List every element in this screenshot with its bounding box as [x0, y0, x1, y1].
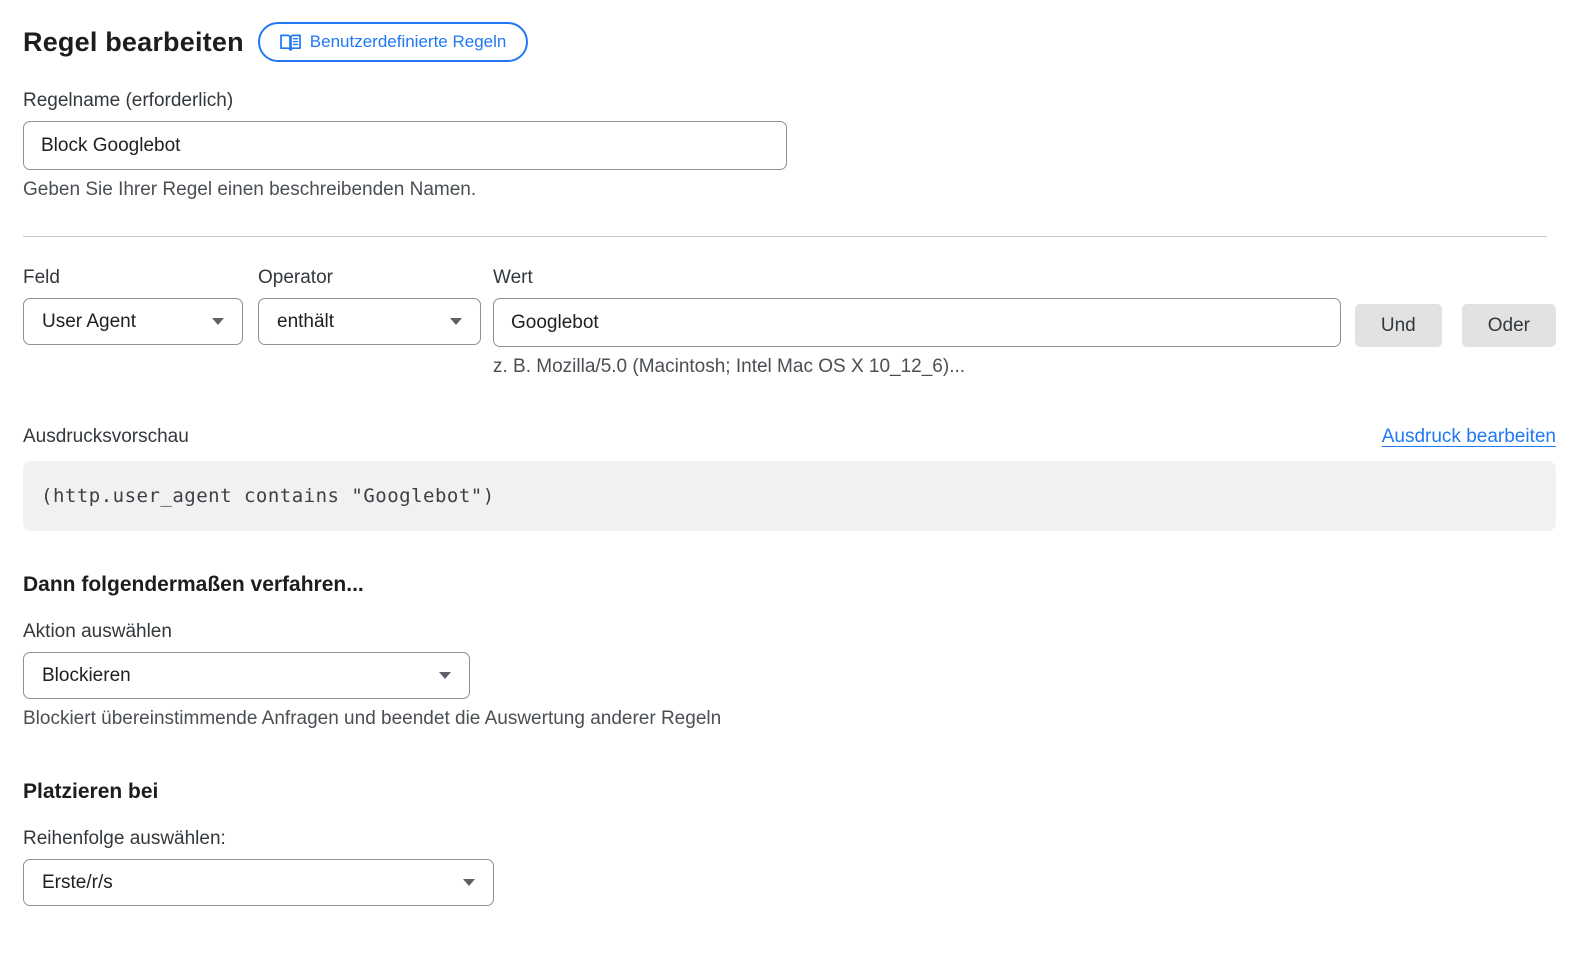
operator-select[interactable]: enthält	[258, 298, 481, 345]
page-title: Regel bearbeiten	[23, 27, 244, 58]
value-column: Wert z. B. Mozilla/5.0 (Macintosh; Intel…	[493, 267, 1341, 378]
rule-name-help: Geben Sie Ihrer Regel einen beschreibend…	[23, 179, 1556, 201]
chevron-down-icon	[439, 672, 451, 679]
action-label: Aktion auswählen	[23, 621, 1556, 643]
placement-section: Platzieren bei Reihenfolge auswählen: Er…	[23, 780, 1556, 906]
placement-label: Reihenfolge auswählen:	[23, 828, 1556, 850]
custom-rules-badge-button[interactable]: Benutzerdefinierte Regeln	[258, 22, 529, 62]
rule-name-section: Regelname (erforderlich) Geben Sie Ihrer…	[23, 90, 1556, 201]
action-select-value: Blockieren	[42, 665, 131, 687]
expression-preview-label: Ausdrucksvorschau	[23, 426, 189, 448]
edit-expression-link[interactable]: Ausdruck bearbeiten	[1382, 426, 1556, 448]
value-input[interactable]	[493, 298, 1341, 347]
expression-preview-box: (http.user_agent contains "Googlebot")	[23, 461, 1556, 531]
expression-header: Ausdrucksvorschau Ausdruck bearbeiten	[23, 426, 1556, 448]
value-help: z. B. Mozilla/5.0 (Macintosh; Intel Mac …	[493, 356, 1341, 378]
rule-edit-page: Regel bearbeiten Benutzerdefinierte Rege…	[0, 0, 1570, 946]
action-select[interactable]: Blockieren	[23, 652, 470, 699]
chevron-down-icon	[450, 318, 462, 325]
operator-column: Operator enthält	[258, 267, 481, 345]
chevron-down-icon	[212, 318, 224, 325]
condition-row: Feld User Agent Operator enthält Wert z.…	[23, 267, 1556, 378]
field-select[interactable]: User Agent	[23, 298, 243, 345]
operator-label: Operator	[258, 267, 481, 289]
expression-code: (http.user_agent contains "Googlebot")	[41, 485, 495, 507]
action-section: Dann folgendermaßen verfahren... Aktion …	[23, 573, 1556, 730]
field-select-value: User Agent	[42, 311, 136, 333]
custom-rules-badge-label: Benutzerdefinierte Regeln	[310, 32, 507, 52]
or-button[interactable]: Oder	[1462, 304, 1556, 347]
chevron-down-icon	[463, 879, 475, 886]
operator-select-value: enthält	[277, 311, 334, 333]
placement-heading: Platzieren bei	[23, 780, 1556, 804]
order-select[interactable]: Erste/r/s	[23, 859, 494, 906]
page-header: Regel bearbeiten Benutzerdefinierte Rege…	[23, 22, 1556, 62]
section-divider	[23, 236, 1547, 237]
action-heading: Dann folgendermaßen verfahren...	[23, 573, 1556, 597]
and-button[interactable]: Und	[1355, 304, 1442, 347]
rule-name-label: Regelname (erforderlich)	[23, 90, 1556, 112]
rule-name-input[interactable]	[23, 121, 787, 170]
action-help: Blockiert übereinstimmende Anfragen und …	[23, 708, 1556, 730]
open-book-icon	[280, 33, 301, 52]
order-select-value: Erste/r/s	[42, 872, 113, 894]
value-label: Wert	[493, 267, 1341, 289]
condition-logic-buttons: Und Oder	[1355, 304, 1556, 347]
field-column: Feld User Agent	[23, 267, 243, 345]
field-label: Feld	[23, 267, 243, 289]
